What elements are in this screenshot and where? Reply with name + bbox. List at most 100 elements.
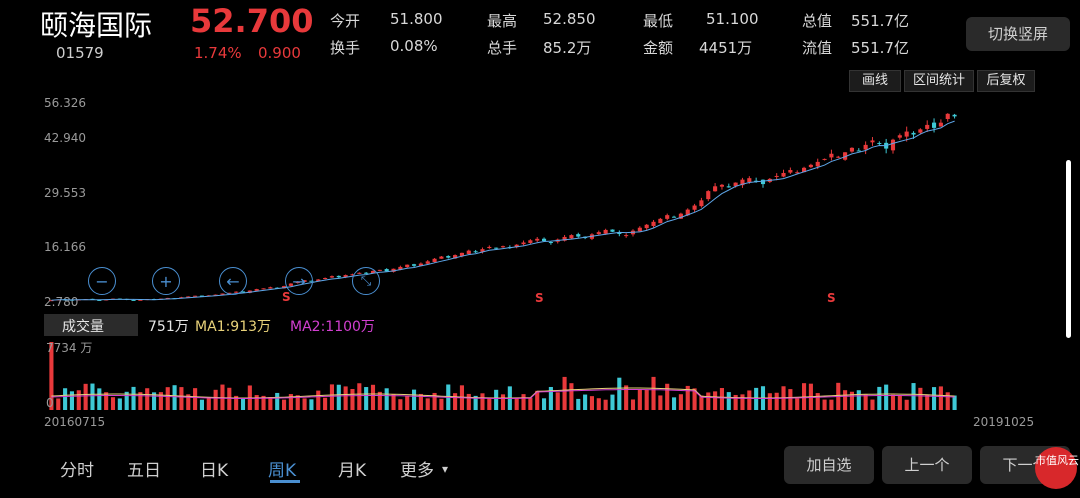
candle-body <box>726 186 731 188</box>
candle-body <box>945 113 950 119</box>
volume-bar <box>350 389 355 410</box>
candle-body <box>131 299 136 301</box>
candle-body <box>644 224 649 229</box>
candle-body <box>487 246 492 249</box>
volume-bar <box>576 398 581 410</box>
volume-bar <box>665 383 670 410</box>
candle-body <box>466 250 471 254</box>
volume-bar <box>952 395 957 410</box>
price-chart[interactable] <box>0 0 1080 498</box>
candle-body <box>494 247 499 249</box>
candle-body <box>412 264 417 266</box>
volume-bar <box>747 390 752 410</box>
tab-intraday[interactable]: 分时 <box>60 456 94 481</box>
volume-bar <box>384 388 389 410</box>
candle-body <box>938 122 943 127</box>
previous-button[interactable]: 上一个 <box>882 446 972 484</box>
candle-body <box>713 186 718 192</box>
candle-body <box>781 172 786 177</box>
volume-bar <box>302 398 307 410</box>
volume-bar <box>610 394 615 410</box>
candle-body <box>863 144 868 150</box>
volume-bar <box>398 399 403 410</box>
candle-body <box>829 153 834 158</box>
volume-bar <box>56 398 61 410</box>
candle-body <box>665 215 670 219</box>
volume-bar <box>603 399 608 410</box>
candle-body <box>774 175 779 177</box>
volume-bar <box>172 385 177 410</box>
volume-bar <box>309 399 314 410</box>
volume-bar <box>131 386 136 410</box>
volume-ma1: MA1:913万 <box>195 319 272 335</box>
volume-bar <box>165 387 170 410</box>
pan-right-icon[interactable]: → <box>285 267 313 295</box>
volume-axis-top: 7734 万 <box>46 341 93 355</box>
volume-bar <box>788 389 793 410</box>
candle-body <box>405 264 410 268</box>
volume-bar <box>897 395 902 410</box>
volume-bar <box>323 397 328 410</box>
candle-body <box>542 238 547 242</box>
candle-body <box>473 251 478 253</box>
collapse-icon[interactable]: ⤡ <box>352 267 380 295</box>
tab-weekly-k[interactable]: 周K <box>268 456 296 481</box>
candle-body <box>603 229 608 234</box>
tab-monthly-k[interactable]: 月K <box>338 456 366 481</box>
volume-bar <box>637 389 642 410</box>
candle-body <box>336 275 341 278</box>
volume-bar <box>336 384 341 410</box>
candle-body <box>268 287 273 289</box>
volume-bar <box>521 394 526 410</box>
tab-more[interactable]: 更多 <box>400 456 434 481</box>
volume-bar <box>213 389 218 410</box>
candle-body <box>836 156 841 158</box>
volume-bar <box>877 386 882 410</box>
add-watchlist-button[interactable]: 加自选 <box>784 446 874 484</box>
tab-daily-k[interactable]: 日K <box>200 456 228 481</box>
volume-bar <box>562 376 567 410</box>
volume-axis-bottom: 0 <box>46 396 54 410</box>
zoom-in-icon[interactable]: + <box>152 267 180 295</box>
brand-logo: 市值风云 <box>1035 447 1079 489</box>
volume-bar <box>904 399 909 410</box>
candle-body <box>904 131 909 137</box>
volume-bar <box>719 388 724 410</box>
candle-body <box>254 289 259 291</box>
scroll-indicator[interactable] <box>1066 160 1071 338</box>
more-dropdown-icon[interactable]: ▾ <box>442 462 448 476</box>
volume-bar <box>405 395 410 410</box>
volume-bar <box>767 393 772 410</box>
tab-five-day[interactable]: 五日 <box>127 456 161 481</box>
candle-body <box>877 142 882 144</box>
volume-bar <box>391 394 396 410</box>
indicator-label: 成交量 <box>62 319 104 335</box>
volume-bar <box>596 398 601 410</box>
volume-bar <box>316 390 321 410</box>
candle-body <box>528 240 533 243</box>
volume-bar <box>863 394 868 410</box>
volume-bar <box>282 399 287 410</box>
candle-body <box>911 132 916 135</box>
candle-body <box>897 135 902 138</box>
volume-bar <box>487 398 492 410</box>
volume-bar <box>583 394 588 410</box>
zoom-out-icon[interactable]: − <box>88 267 116 295</box>
candle-body <box>624 235 629 237</box>
volume-bar <box>145 388 150 410</box>
candle-body <box>576 234 581 237</box>
volume-bar <box>672 397 677 410</box>
volume-bar <box>206 398 211 410</box>
volume-bar <box>938 386 943 410</box>
volume-bar <box>843 390 848 410</box>
volume-bar <box>932 387 937 410</box>
candle-body <box>658 218 663 224</box>
sell-marker: S <box>827 291 836 305</box>
volume-bar <box>774 392 779 410</box>
candle-body <box>610 229 615 232</box>
volume-bar <box>651 376 656 410</box>
pan-left-icon[interactable]: ← <box>219 267 247 295</box>
volume-bar <box>822 399 827 410</box>
volume-bar <box>945 392 950 410</box>
volume-bar <box>528 397 533 410</box>
